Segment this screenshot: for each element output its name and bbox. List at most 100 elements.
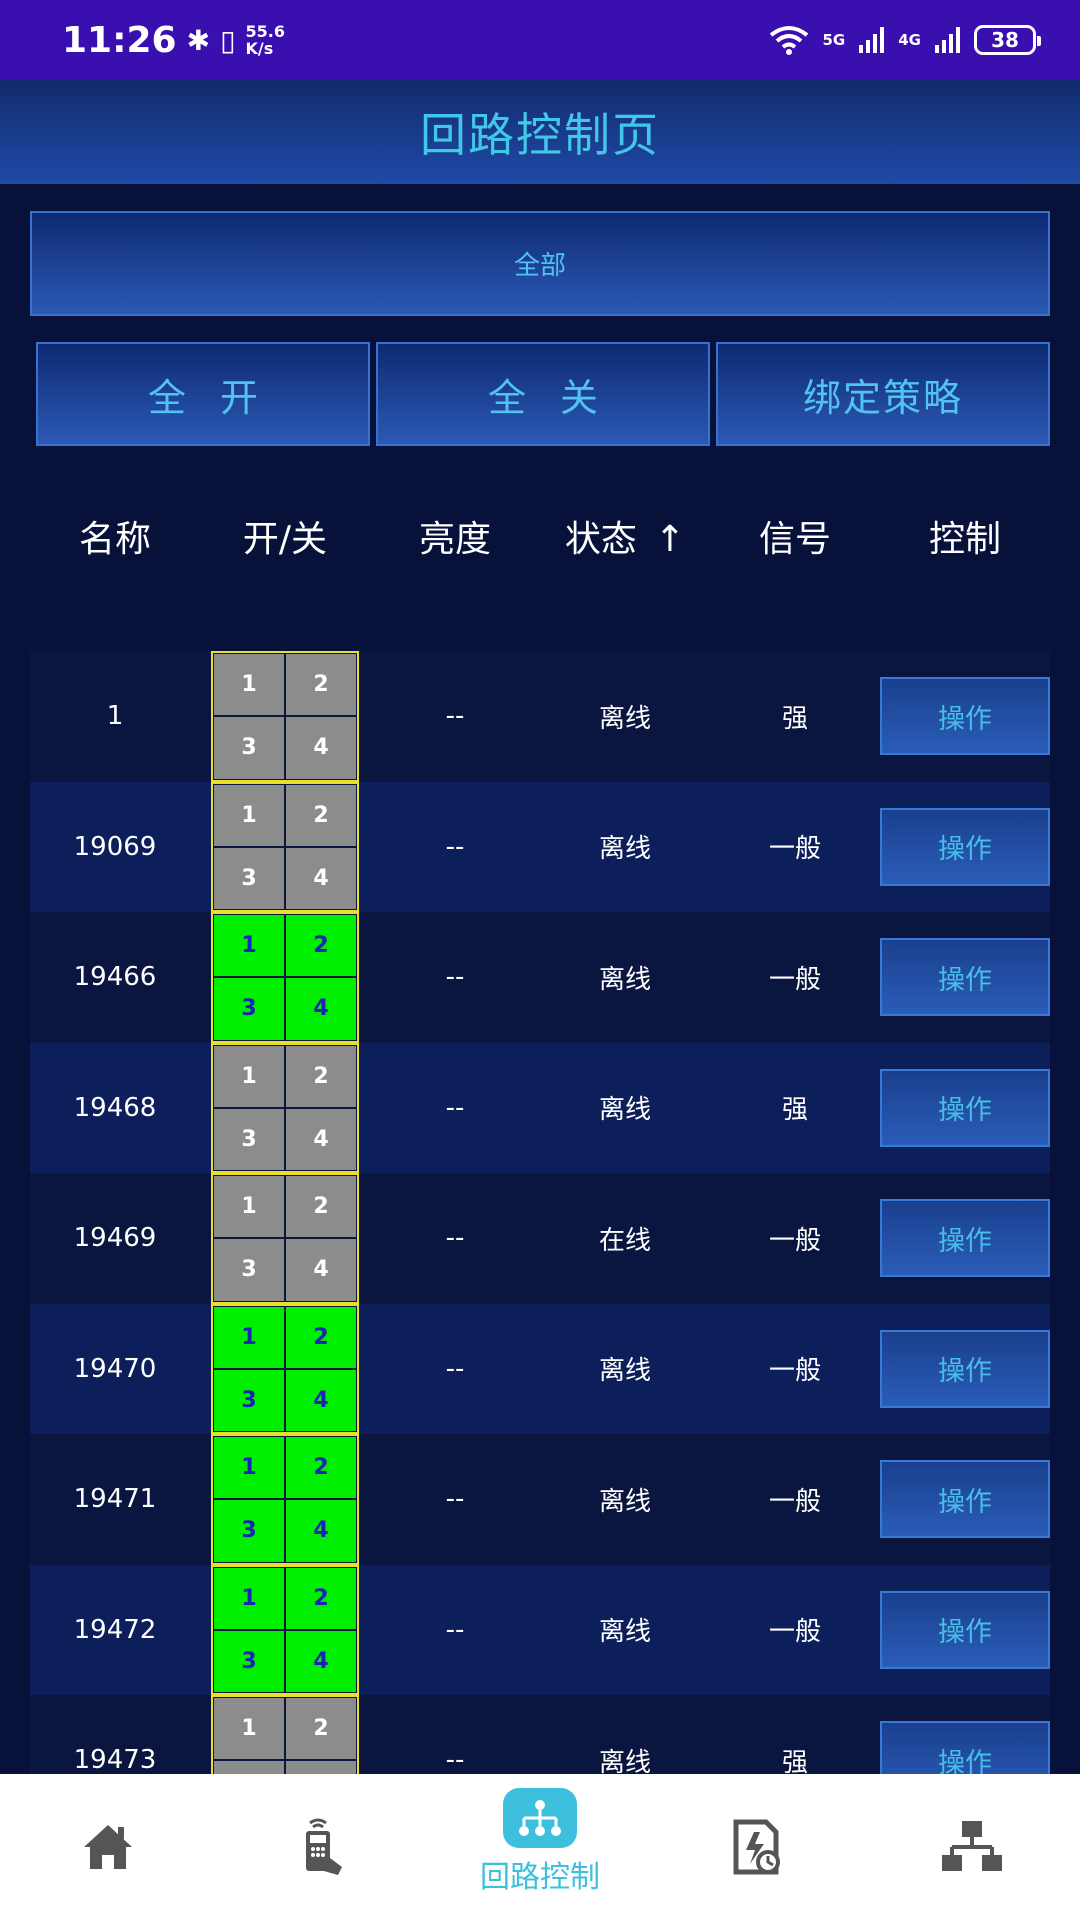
switch-button-2[interactable]: 2 — [285, 1305, 357, 1369]
operate-button[interactable]: 操作 — [880, 1721, 1050, 1774]
switch-button-2[interactable]: 2 — [285, 783, 357, 847]
nav-home[interactable] — [0, 1774, 216, 1920]
state-value: 离线 — [598, 1486, 651, 1517]
bind-strategy-button[interactable]: 绑定策略 — [716, 342, 1050, 446]
signal-value: 一般 — [768, 964, 821, 995]
all-off-button[interactable]: 全关 — [376, 342, 710, 446]
filter-label: 全部 — [513, 251, 566, 281]
device-name: 19069 — [73, 831, 157, 862]
table-row: 19473 1234 -- 离线 强 操作 — [30, 1695, 1050, 1774]
brightness-value: -- — [445, 1353, 465, 1384]
nav-loop-control-label: 回路控制 — [480, 1860, 600, 1895]
operate-button[interactable]: 操作 — [880, 1068, 1050, 1147]
switch-button-1[interactable]: 1 — [213, 1697, 285, 1761]
signal-value: 一般 — [768, 834, 821, 865]
switch-button-2[interactable]: 2 — [285, 1175, 357, 1239]
switch-button-3[interactable]: 3 — [213, 1499, 285, 1563]
state-value: 离线 — [598, 964, 651, 995]
operate-button[interactable]: 操作 — [880, 1329, 1050, 1408]
table-row: 19069 1 2 3 4 -- 离线 一般 操作 — [30, 781, 1050, 912]
switch-button-4[interactable]: 4 — [285, 1499, 357, 1563]
switch-button-1[interactable]: 1 — [213, 1175, 285, 1239]
device-name: 19470 — [73, 1353, 157, 1384]
status-right: 5G 4G 38 — [769, 25, 1041, 55]
table-row: 19468 1 2 3 4 -- 离线 强 操作 — [30, 1042, 1050, 1173]
switch-button-4[interactable]: 4 — [285, 1760, 357, 1774]
switch-grid: 1234 — [211, 651, 359, 782]
brightness-value: -- — [445, 1223, 465, 1254]
nav-loop-control[interactable]: 回路控制 — [432, 1774, 648, 1920]
state-value: 在线 — [598, 1225, 651, 1256]
signal-5g-icon — [859, 27, 885, 53]
network-speed-value: 55.6 — [245, 22, 285, 41]
nav-power-report[interactable] — [648, 1774, 864, 1920]
switch-button-1[interactable]: 1 — [213, 1044, 285, 1108]
signal-value: 一般 — [768, 1617, 821, 1648]
operate-button[interactable]: 操作 — [880, 1460, 1050, 1538]
switch-button-1[interactable]: 1 — [213, 914, 285, 978]
table-row: 19469 1 2 3 4 -- 在线 一般 操作 — [30, 1173, 1050, 1304]
switch-button-3[interactable]: 3 — [213, 1107, 285, 1171]
device-name: 1 — [106, 701, 124, 732]
app-header: 回路控制页 — [0, 80, 1080, 184]
switch-button-2[interactable]: 2 — [285, 1044, 357, 1108]
switch-button-3[interactable]: 3 — [213, 846, 285, 910]
column-header-state[interactable]: 状态 ↑ — [540, 510, 710, 562]
switch-button-1[interactable]: 1 — [213, 783, 285, 847]
net-5g-label: 5G — [822, 31, 846, 49]
switch-button-4[interactable]: 4 — [285, 846, 357, 910]
brightness-value: -- — [445, 701, 465, 732]
switch-button-2[interactable]: 2 — [285, 914, 357, 978]
device-table[interactable]: 1 1 2 3 4 -- 离线强操作 19069 1 2 3 4 -- 离线 一般 操作 19466 1 2 3 4 --… — [30, 651, 1050, 1774]
switch-button-2[interactable]: 2 — [285, 1566, 357, 1630]
table-row: 19470 1 2 3 4 -- 离线 一般 操作 — [30, 1303, 1050, 1434]
switch-grid: 1234 — [211, 912, 359, 1043]
switch-button-1[interactable]: 1 — [213, 1305, 285, 1369]
operate-button[interactable]: 操作 — [880, 1590, 1050, 1669]
switch-button-3[interactable]: 3 — [213, 1238, 285, 1302]
switch-button-4[interactable]: 4 — [285, 1629, 357, 1693]
switch-button-4[interactable]: 4 — [285, 977, 357, 1041]
switch-grid: 1234 — [211, 1434, 359, 1565]
all-on-button[interactable]: 全开 — [36, 342, 370, 446]
brightness-value: -- — [445, 1745, 465, 1774]
switch-button-1[interactable]: 1 — [213, 653, 285, 717]
operate-button[interactable]: 操作 — [880, 938, 1050, 1016]
brightness-value: -- — [445, 962, 465, 993]
switch-button-4[interactable]: 4 — [285, 716, 357, 780]
switch-button-3[interactable]: 3 — [213, 1368, 285, 1432]
device-name: 19469 — [73, 1223, 157, 1254]
signal-value: 强 — [781, 703, 808, 734]
device-name: 19472 — [73, 1614, 157, 1645]
signal-value: 强 — [781, 1095, 808, 1126]
net-4g-label: 4G — [898, 31, 921, 49]
switch-button-4[interactable]: 4 — [285, 1238, 357, 1302]
switch-button-2[interactable]: 2 — [285, 1436, 357, 1500]
switch-button-2[interactable]: 2 — [285, 1697, 357, 1761]
switch-button-4[interactable]: 4 — [285, 1107, 357, 1171]
switch-button-3[interactable]: 3 — [213, 716, 285, 780]
nav-device-control[interactable] — [216, 1774, 432, 1920]
switch-button-2[interactable]: 2 — [285, 653, 357, 717]
device-name: 19471 — [73, 1484, 157, 1515]
column-header-brightness: 亮度 — [418, 519, 491, 560]
switch-button-3[interactable]: 3 — [213, 1629, 285, 1693]
bluetooth-icon: ✱ — [186, 23, 211, 57]
operate-button[interactable]: 操作 — [880, 677, 1050, 755]
switch-button-4[interactable]: 4 — [285, 1368, 357, 1432]
operate-button[interactable]: 操作 — [880, 807, 1050, 886]
state-value: 离线 — [598, 1095, 651, 1126]
switch-button-1[interactable]: 1 — [213, 1436, 285, 1500]
switch-button-3[interactable]: 3 — [213, 1760, 285, 1774]
table-header: 名称 开/关 亮度 状态 ↑ 信号 控制 — [30, 486, 1050, 586]
nav-network[interactable] — [864, 1774, 1080, 1920]
filter-selector[interactable]: 全部 — [30, 211, 1050, 316]
operate-button[interactable]: 操作 — [880, 1199, 1050, 1277]
signal-value: 一般 — [768, 1486, 821, 1517]
loop-control-icon — [503, 1788, 577, 1848]
switch-button-1[interactable]: 1 — [213, 1566, 285, 1630]
page-title: 回路控制页 — [420, 108, 660, 162]
switch-button-3[interactable]: 3 — [213, 977, 285, 1041]
signal-value: 一般 — [768, 1356, 821, 1387]
state-value: 离线 — [598, 1747, 651, 1774]
